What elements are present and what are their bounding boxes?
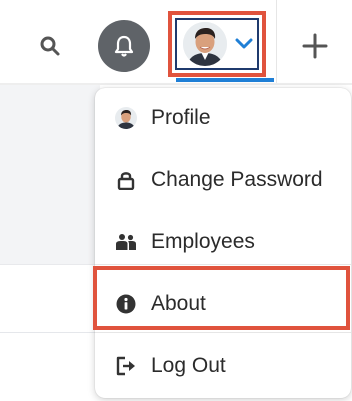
topbar-divider	[0, 83, 352, 85]
top-navigation-bar	[0, 0, 352, 84]
search-icon[interactable]	[38, 34, 62, 58]
plus-icon[interactable]	[302, 33, 328, 59]
menu-item-label: Profile	[151, 106, 211, 129]
menu-item-log-out[interactable]: Log Out	[95, 336, 351, 396]
menu-item-label: Log Out	[151, 354, 226, 377]
divider	[0, 264, 100, 265]
chevron-down-icon	[235, 38, 253, 49]
menu-item-profile[interactable]: Profile	[95, 88, 351, 148]
notifications-button[interactable]	[98, 20, 150, 72]
divider	[95, 332, 351, 333]
logout-icon	[115, 355, 137, 377]
menu-item-label: Employees	[151, 230, 255, 253]
avatar	[115, 107, 137, 129]
bell-icon	[114, 35, 134, 57]
menu-item-employees[interactable]: Employees	[95, 212, 351, 272]
divider	[276, 0, 277, 84]
avatar	[183, 22, 227, 66]
people-icon	[115, 231, 137, 253]
divider	[95, 264, 351, 265]
lock-icon	[115, 169, 137, 191]
user-dropdown-menu: Profile Change Password Employees About …	[95, 88, 351, 398]
menu-item-label: Change Password	[151, 168, 323, 191]
active-tab-indicator	[176, 78, 274, 82]
profile-button-inner[interactable]	[175, 18, 259, 70]
profile-menu-button[interactable]	[168, 11, 266, 77]
menu-item-change-password[interactable]: Change Password	[95, 150, 351, 210]
page-background	[0, 84, 100, 264]
divider	[0, 332, 100, 333]
about-item-highlight	[93, 266, 350, 330]
